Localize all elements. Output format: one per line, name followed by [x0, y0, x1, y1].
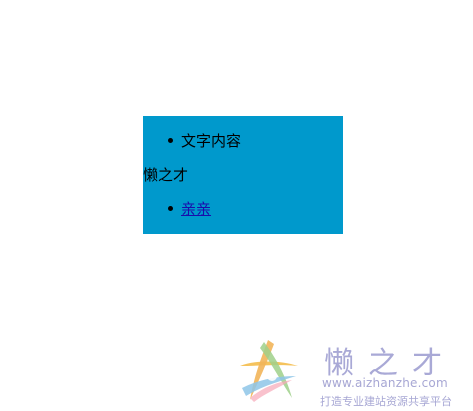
bullet-icon: [168, 138, 173, 143]
list-item: 文字内容: [168, 130, 242, 151]
watermark: 懒之才 www.aizhanzhe.com 打造专业建站资源共享平台: [232, 336, 472, 411]
list-item-text: 文字内容: [181, 132, 242, 150]
list-item: 亲亲: [168, 198, 211, 219]
bullet-icon: [168, 206, 173, 211]
content-box: 文字内容 懒之才 亲亲: [143, 116, 343, 234]
watermark-url: www.aizhanzhe.com: [322, 376, 448, 390]
list-item-link[interactable]: 亲亲: [181, 200, 211, 218]
star-swirl-logo-icon: [240, 340, 298, 402]
watermark-slogan: 打造专业建站资源共享平台: [320, 395, 452, 408]
plain-text: 懒之才: [143, 166, 189, 184]
